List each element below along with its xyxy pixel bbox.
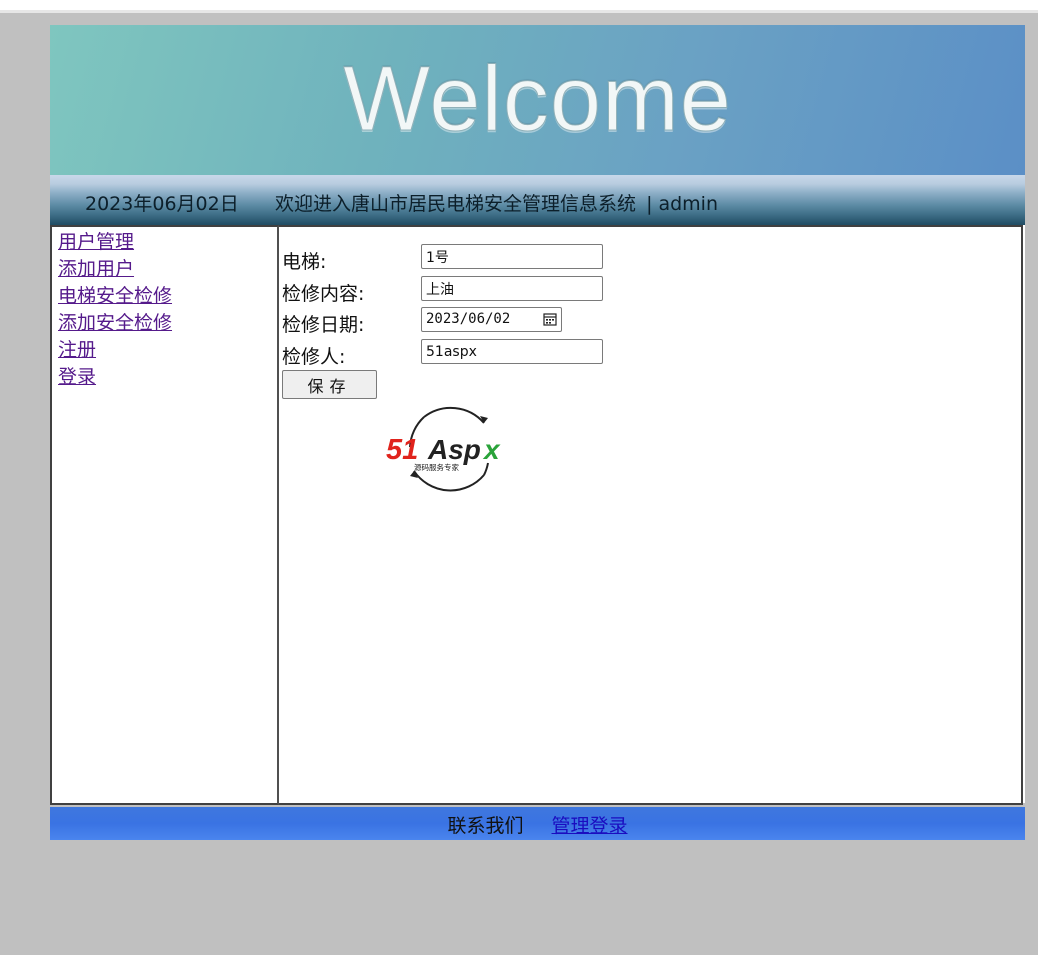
date-input[interactable]: 2023/06/02: [421, 307, 562, 332]
admin-login-link[interactable]: 管理登录: [552, 815, 628, 837]
contact-us: 联系我们: [447, 815, 524, 837]
login-link[interactable]: 登录: [58, 366, 96, 388]
inspection-form: 电梯: 检修内容: 检修日期: 2023/06/02: [279, 225, 1023, 805]
content-label: 检修内容:: [282, 283, 365, 305]
elevator-inspection-link[interactable]: 电梯安全检修: [58, 285, 172, 307]
content-input[interactable]: [421, 276, 603, 301]
separator: |: [646, 193, 653, 215]
info-bar: 2023年06月02日 欢迎进入唐山市居民电梯安全管理信息系统 | admin: [50, 175, 1025, 225]
banner-title: Welcome: [343, 48, 732, 151]
sidebar-item-elevator-inspection: 电梯安全检修: [58, 284, 277, 311]
username: admin: [658, 193, 719, 215]
sidebar-item-user-management: 用户管理: [58, 230, 277, 257]
sidebar: 用户管理 添加用户 电梯安全检修 添加安全检修 注册 登录: [50, 225, 279, 805]
current-date: 2023年06月02日: [85, 193, 239, 215]
footer-links: 联系我们 管理登录: [50, 811, 1025, 838]
logo-wordmark: 51 Asp x: [386, 434, 501, 466]
system-title: 欢迎进入唐山市居民电梯安全管理信息系统: [275, 193, 637, 215]
sidebar-item-login: 登录: [58, 365, 277, 392]
footer: 联系我们 管理登录: [50, 807, 1025, 840]
welcome-banner: Welcome: [50, 25, 1025, 175]
sidebar-item-add-inspection: 添加安全检修: [58, 311, 277, 338]
sidebar-item-register: 注册: [58, 338, 277, 365]
user-management-link[interactable]: 用户管理: [58, 231, 134, 253]
svg-text:Asp: Asp: [427, 434, 481, 465]
save-button[interactable]: 保存: [282, 370, 377, 399]
51aspx-logo: 51 Asp x 源码服务专家: [386, 406, 501, 492]
add-user-link[interactable]: 添加用户: [58, 258, 134, 280]
inspector-label: 检修人:: [282, 346, 346, 368]
register-link[interactable]: 注册: [58, 339, 96, 361]
svg-text:51: 51: [386, 434, 418, 466]
main-area: 用户管理 添加用户 电梯安全检修 添加安全检修 注册 登录 电梯: 检修内容: …: [50, 225, 1025, 805]
welcome-message: 欢迎进入唐山市居民电梯安全管理信息系统 | admin: [275, 189, 718, 216]
elevator-input[interactable]: [421, 244, 603, 269]
calendar-icon[interactable]: [543, 312, 557, 326]
date-label: 检修日期:: [282, 314, 365, 336]
sidebar-nav: 用户管理 添加用户 电梯安全检修 添加安全检修 注册 登录: [52, 227, 277, 392]
top-strip-divider: [0, 10, 1038, 13]
add-inspection-link[interactable]: 添加安全检修: [58, 312, 172, 334]
svg-text:x: x: [482, 434, 501, 465]
top-strip: [0, 0, 1038, 10]
elevator-label: 电梯:: [282, 251, 327, 273]
inspector-input[interactable]: [421, 339, 603, 364]
sidebar-item-add-user: 添加用户: [58, 257, 277, 284]
date-value: 2023/06/02: [426, 311, 511, 327]
logo-tagline: 源码服务专家: [414, 462, 459, 472]
